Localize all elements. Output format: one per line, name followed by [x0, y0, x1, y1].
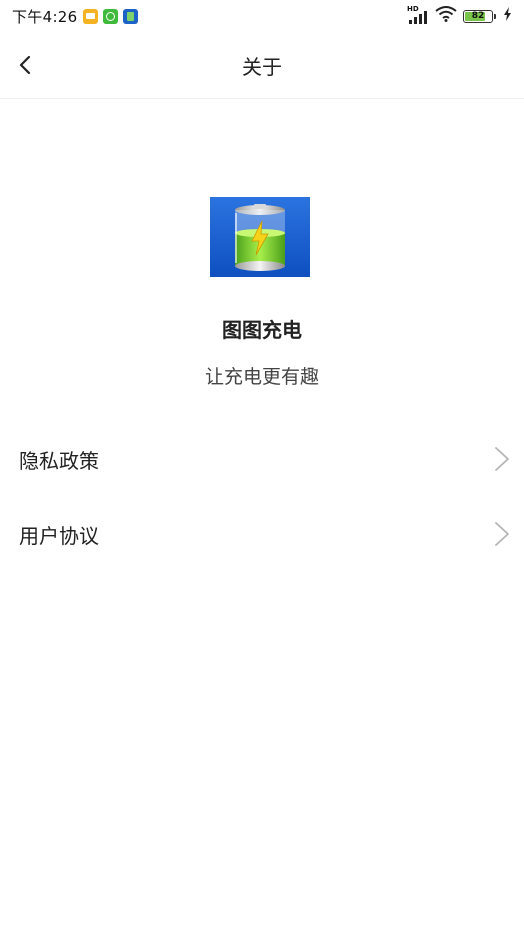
- menu-item-label: 隐私政策: [19, 448, 99, 473]
- privacy-policy-item[interactable]: 隐私政策: [0, 424, 524, 494]
- nav-bar: 关于: [0, 32, 524, 99]
- status-time: 下午4:26: [12, 7, 78, 26]
- page-title: 关于: [242, 54, 282, 79]
- back-button[interactable]: [8, 48, 42, 82]
- app-logo: [210, 197, 310, 277]
- app-notification-icon: [123, 8, 139, 24]
- signal-icon: HD: [407, 5, 429, 24]
- chat-notification-icon: [103, 8, 119, 24]
- battery-level: 82: [471, 11, 485, 21]
- chevron-left-icon: [19, 55, 31, 75]
- message-notification-icon: [83, 8, 99, 24]
- status-indicators: HD 82: [407, 5, 512, 26]
- chevron-right-icon: [495, 447, 509, 471]
- user-agreement-item[interactable]: 用户协议: [0, 499, 524, 569]
- app-name: 图图充电: [222, 318, 302, 342]
- menu-item-label: 用户协议: [19, 523, 99, 548]
- battery-icon: 82: [463, 9, 496, 23]
- status-bar: 下午4:26 HD 82: [0, 0, 524, 32]
- charging-bolt-icon: [503, 7, 512, 25]
- wifi-icon: [435, 6, 457, 26]
- network-label: HD: [407, 5, 419, 13]
- chevron-right-icon: [495, 522, 509, 546]
- app-slogan: 让充电更有趣: [204, 366, 319, 388]
- battery-charging-icon: [210, 197, 310, 277]
